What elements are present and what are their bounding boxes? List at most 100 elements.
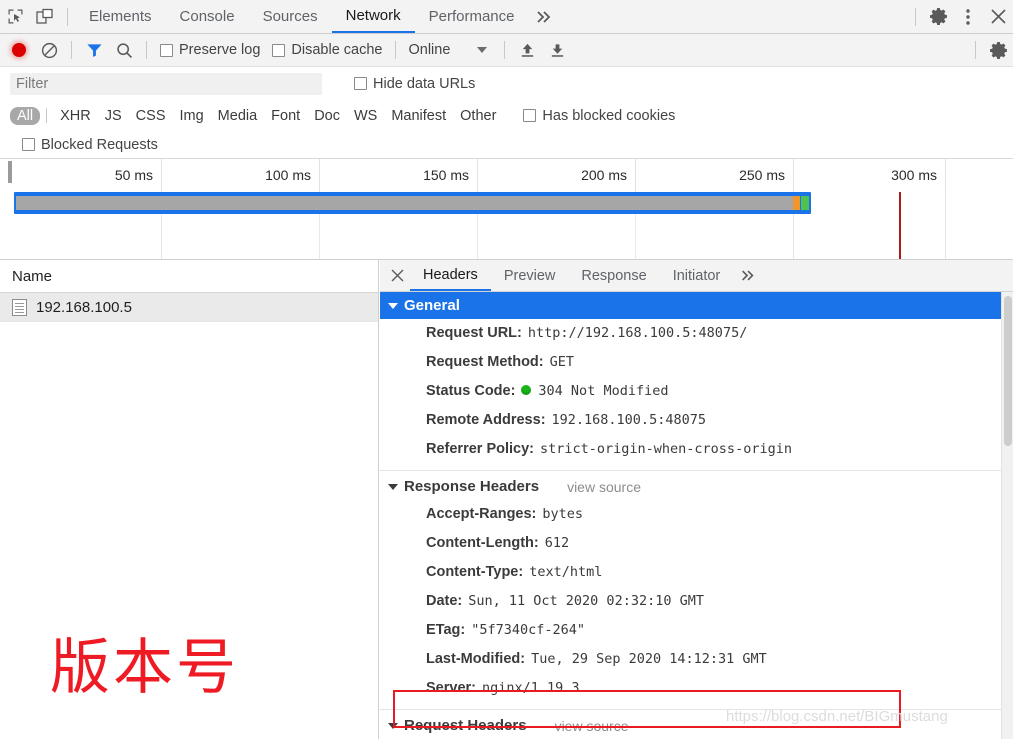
close-icon[interactable] [384,261,410,291]
inspect-cursor-icon[interactable] [0,3,30,31]
overview-tick: 200 ms [478,159,636,192]
search-icon[interactable] [109,36,139,64]
chevron-down-icon [388,302,398,309]
gear-icon[interactable] [983,36,1013,64]
hide-data-urls-checkbox[interactable]: Hide data URLs [348,76,481,92]
type-filter-other[interactable]: Other [453,107,503,125]
upload-arrow-icon[interactable] [512,36,542,64]
header-value: nginx/1.19.3 [481,680,580,696]
has-blocked-cookies-checkbox[interactable]: Has blocked cookies [517,108,681,124]
view-source-link[interactable]: view source [555,718,629,734]
section-header-response-headers[interactable]: Response Headers view source [380,473,1013,500]
type-filter-all[interactable]: All [10,106,41,125]
toolbar-divider [915,7,916,26]
header-key: ETag: [426,622,466,638]
kebab-menu-icon[interactable] [953,3,983,31]
throttling-select[interactable]: Online [403,42,455,58]
overview-tick: 150 ms [320,159,478,192]
checkbox-box[interactable] [160,43,173,57]
tab-initiator[interactable]: Initiator [660,260,734,291]
section-divider [380,470,1013,471]
header-key: Server: [426,680,476,696]
chevron-double-right-icon[interactable] [529,3,559,31]
details-tabbar: Headers Preview Response Initiator [380,260,1013,292]
blocked-requests-checkbox[interactable]: Blocked Requests [22,137,164,153]
tab-preview[interactable]: Preview [491,260,569,291]
overview-tick: 250 ms [636,159,794,192]
type-filter-font[interactable]: Font [264,107,307,125]
chevron-down-icon[interactable] [477,47,488,53]
request-name: 192.168.100.5 [36,298,132,316]
header-key: Remote Address: [426,412,546,428]
tab-console[interactable]: Console [166,0,249,33]
record-button-icon[interactable] [4,36,34,64]
toolbar-divider [504,41,506,59]
header-value: strict-origin-when-cross-origin [540,441,792,457]
clear-prohibited-icon[interactable] [34,36,64,64]
network-overview-timeline[interactable]: 50 ms 100 ms 150 ms 200 ms 250 ms 300 ms [0,159,1013,260]
checkbox-box[interactable] [523,109,537,122]
tab-sources[interactable]: Sources [249,0,332,33]
tab-label: Console [179,8,235,25]
overview-ruler: 50 ms 100 ms 150 ms 200 ms 250 ms 300 ms [0,159,1013,192]
type-filter-manifest[interactable]: Manifest [384,107,453,125]
header-row: ETag: "5f7340cf-264" [380,616,1013,645]
gear-icon[interactable] [923,3,953,31]
header-row: Content-Length: 612 [380,529,1013,558]
chevron-double-right-icon[interactable] [733,262,763,290]
type-filter-xhr[interactable]: XHR [53,107,98,125]
checkbox-box[interactable] [354,77,367,90]
toolbar-divider [71,41,72,59]
tab-performance[interactable]: Performance [415,0,529,33]
chevron-down-icon [388,722,398,729]
preserve-log-label: Preserve log [179,42,261,58]
type-filter-css[interactable]: CSS [129,107,173,125]
chip-divider [46,108,48,123]
type-filter-js[interactable]: JS [98,107,129,125]
close-icon[interactable] [983,3,1013,31]
request-list-header[interactable]: Name [0,260,378,293]
details-scrollbar[interactable] [1001,292,1013,739]
net-toolbar-right [968,36,1013,64]
watermark-text: https://blog.csdn.net/BIGmustang [726,708,948,725]
status-ok-icon [521,385,532,395]
has-blocked-cookies-label: Has blocked cookies [542,107,676,124]
header-key: Last-Modified: [426,651,526,667]
preserve-log-checkbox[interactable]: Preserve log [154,42,266,58]
hide-data-urls-label: Hide data URLs [373,75,476,92]
blocked-requests-label: Blocked Requests [41,136,158,153]
disable-cache-checkbox[interactable]: Disable cache [266,42,388,58]
checkbox-box[interactable] [22,138,35,151]
table-row[interactable]: 192.168.100.5 [0,293,378,322]
view-source-link[interactable]: view source [567,479,641,495]
type-filter-doc[interactable]: Doc [307,107,347,125]
header-value[interactable]: http://192.168.100.5:48075/ [528,321,747,346]
overview-bar-orange-segment [793,196,800,210]
tab-elements[interactable]: Elements [75,0,166,33]
tab-label: Initiator [672,267,721,284]
overview-request-bar [14,192,811,214]
tab-headers[interactable]: Headers [410,260,491,291]
scrollbar-thumb[interactable] [1004,296,1012,446]
device-toolbar-icon[interactable] [30,3,60,31]
devtools-tabbar: Elements Console Sources Network Perform… [0,0,1013,34]
toolbar-divider [975,41,976,59]
tab-response[interactable]: Response [568,260,659,291]
request-details-pane: Headers Preview Response Initiator Gener… [380,260,1013,739]
download-arrow-icon[interactable] [542,36,572,64]
type-filter-img[interactable]: Img [173,107,211,125]
header-value: 192.168.100.5:48075 [551,412,706,428]
checkbox-box[interactable] [272,43,286,57]
tab-network[interactable]: Network [331,0,415,33]
section-header-general[interactable]: General [380,292,1013,319]
header-value: GET [549,354,574,370]
funnel-filter-icon[interactable] [79,36,109,64]
header-value: text/html [529,564,603,580]
header-row: Accept-Ranges: bytes [380,500,1013,529]
filter-input[interactable] [10,72,322,95]
type-filter-media[interactable]: Media [211,107,265,125]
type-filter-ws[interactable]: WS [347,107,384,125]
blocked-requests-row: Blocked Requests [0,131,1013,159]
overview-tick: 100 ms [162,159,320,192]
overview-grid-column [794,192,946,259]
